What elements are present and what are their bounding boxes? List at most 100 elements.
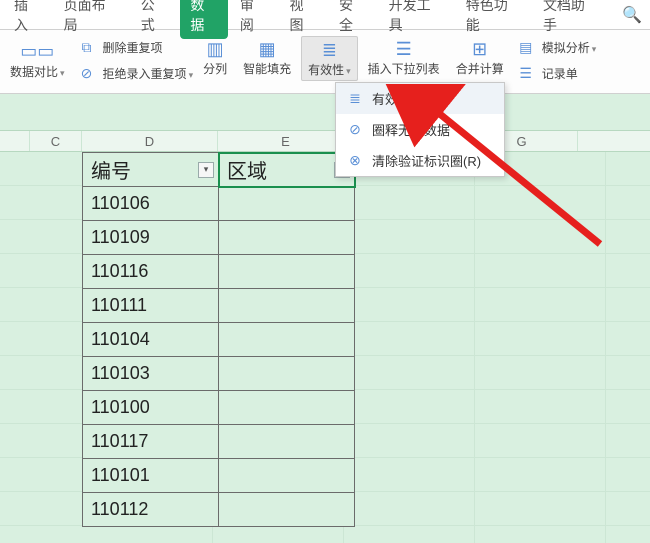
validity-icon: ≣: [317, 39, 341, 61]
cell-region[interactable]: [219, 255, 355, 289]
circle-invalid-item[interactable]: ⊘ 圈释无效数据: [336, 114, 504, 145]
scenario-label: 模拟分析: [542, 41, 590, 55]
circle-invalid-icon: ⊘: [346, 121, 364, 139]
validity-button[interactable]: ≣ 有效性▾: [301, 36, 358, 81]
data-compare-button[interactable]: ▭▭ 数据对比▾: [4, 39, 71, 82]
validity-item[interactable]: ≣ 有效性(V): [336, 83, 504, 114]
cell-region[interactable]: [219, 323, 355, 357]
consolidate-button[interactable]: ⊞ 合并计算: [450, 36, 510, 79]
compare-icon: ▭▭: [25, 41, 49, 63]
tab-doc-helper[interactable]: 文档助手: [533, 0, 608, 39]
record-label: 记录单: [542, 65, 578, 82]
table-row: 110117: [83, 425, 355, 459]
cell-region[interactable]: [219, 425, 355, 459]
clear-circles-item[interactable]: ⊗ 清除验证标识圈(R): [336, 145, 504, 176]
cell-number[interactable]: 110109: [83, 221, 219, 255]
remove-duplicates-button[interactable]: ⧉ 删除重复项: [75, 36, 194, 58]
col-header-e[interactable]: E: [218, 131, 354, 151]
cell-number[interactable]: 110104: [83, 323, 219, 357]
data-compare-label: 数据对比: [10, 65, 58, 79]
cell-region[interactable]: [219, 493, 355, 527]
smart-fill-icon: ▦: [255, 38, 279, 60]
tab-view[interactable]: 视图: [279, 0, 327, 39]
header-region-label: 区域: [227, 161, 267, 183]
tab-features[interactable]: 特色功能: [456, 0, 531, 39]
cell-region[interactable]: [219, 221, 355, 255]
table-row: 110104: [83, 323, 355, 357]
validity-item-label: 有效性(V): [372, 89, 428, 108]
validity-item-icon: ≣: [346, 90, 364, 108]
split-label: 分列: [203, 60, 227, 77]
table-row: 110116: [83, 255, 355, 289]
reject-dup-label: 拒绝录入重复项: [103, 67, 187, 81]
smart-fill-button[interactable]: ▦ 智能填充: [237, 36, 297, 79]
table-row: 110101: [83, 459, 355, 493]
insert-dropdown-label: 插入下拉列表: [368, 60, 440, 77]
table-row: 110106: [83, 187, 355, 221]
remove-dup-icon: ⧉: [75, 36, 99, 58]
scenario-button[interactable]: ▤ 模拟分析▾: [514, 36, 597, 58]
table-row: 110109: [83, 221, 355, 255]
validity-label: 有效性: [308, 63, 344, 77]
spreadsheet-area: C D E F G 编号 ▾ 区域 ▾ 11010611010911011611…: [0, 94, 650, 543]
consolidate-icon: ⊞: [468, 38, 492, 60]
search-icon[interactable]: 🔍: [614, 1, 650, 29]
record-icon: ☰: [514, 62, 538, 84]
col-header-blank[interactable]: [0, 131, 30, 151]
cell-region[interactable]: [219, 459, 355, 493]
tab-data[interactable]: 数据: [180, 0, 228, 39]
chevron-down-icon: ▾: [60, 68, 65, 78]
tab-insert[interactable]: 插入: [4, 0, 52, 39]
scenario-icon: ▤: [514, 36, 538, 58]
tab-page-layout[interactable]: 页面布局: [54, 0, 129, 39]
validity-dropdown: ≣ 有效性(V) ⊘ 圈释无效数据 ⊗ 清除验证标识圈(R): [335, 82, 505, 177]
group-analysis: ▤ 模拟分析▾ ☰ 记录单: [514, 36, 597, 84]
tab-devtools[interactable]: 开发工具: [379, 0, 454, 39]
text-to-columns-button[interactable]: ▥ 分列: [197, 36, 233, 79]
circle-invalid-label: 圈释无效数据: [372, 120, 450, 139]
clear-circles-label: 清除验证标识圈(R): [372, 151, 481, 170]
tab-formulas[interactable]: 公式: [131, 0, 179, 39]
group-dup: ▭▭ 数据对比▾ ⧉ 删除重复项 ⊘ 拒绝录入重复项▾: [4, 36, 193, 84]
record-button[interactable]: ☰ 记录单: [514, 62, 578, 84]
consolidate-label: 合并计算: [456, 60, 504, 77]
reject-dup-icon: ⊘: [75, 62, 99, 84]
table-row: 110103: [83, 357, 355, 391]
cell-number[interactable]: 110112: [83, 493, 219, 527]
cell-region[interactable]: [219, 289, 355, 323]
cell-number[interactable]: 110100: [83, 391, 219, 425]
split-icon: ▥: [203, 38, 227, 60]
clear-circles-icon: ⊗: [346, 152, 364, 170]
reject-duplicates-button[interactable]: ⊘ 拒绝录入重复项▾: [75, 62, 194, 84]
insert-dropdown-button[interactable]: ☰ 插入下拉列表: [362, 36, 446, 79]
cell-number[interactable]: 110106: [83, 187, 219, 221]
col-header-d[interactable]: D: [82, 131, 218, 151]
cell-number[interactable]: 110117: [83, 425, 219, 459]
ribbon-tabs: 插入 页面布局 公式 数据 审阅 视图 安全 开发工具 特色功能 文档助手 🔍: [0, 0, 650, 30]
col-header-c[interactable]: C: [30, 131, 82, 151]
column-headers: C D E F G: [0, 130, 650, 152]
tab-review[interactable]: 审阅: [230, 0, 278, 39]
cell-region[interactable]: [219, 187, 355, 221]
tab-security[interactable]: 安全: [329, 0, 377, 39]
remove-dup-label: 删除重复项: [103, 39, 163, 56]
chevron-down-icon: ▾: [592, 44, 597, 54]
cell-region[interactable]: [219, 391, 355, 425]
dropdown-list-icon: ☰: [392, 38, 416, 60]
cell-number[interactable]: 110101: [83, 459, 219, 493]
header-number-label: 编号: [91, 161, 131, 183]
chevron-down-icon: ▾: [189, 70, 194, 80]
smart-fill-label: 智能填充: [243, 60, 291, 77]
table-row: 110112: [83, 493, 355, 527]
cell-region[interactable]: [219, 357, 355, 391]
table-row: 110111: [83, 289, 355, 323]
data-table: 编号 ▾ 区域 ▾ 110106110109110116110111110104…: [82, 152, 355, 527]
header-cell-number[interactable]: 编号 ▾: [83, 153, 219, 187]
table-row: 110100: [83, 391, 355, 425]
ribbon-toolbar: ▭▭ 数据对比▾ ⧉ 删除重复项 ⊘ 拒绝录入重复项▾ ▥ 分列 ▦ 智能填充 …: [0, 30, 650, 94]
cell-number[interactable]: 110103: [83, 357, 219, 391]
chevron-down-icon: ▾: [346, 66, 351, 76]
cell-number[interactable]: 110111: [83, 289, 219, 323]
cell-number[interactable]: 110116: [83, 255, 219, 289]
filter-caret-d[interactable]: ▾: [198, 162, 214, 178]
